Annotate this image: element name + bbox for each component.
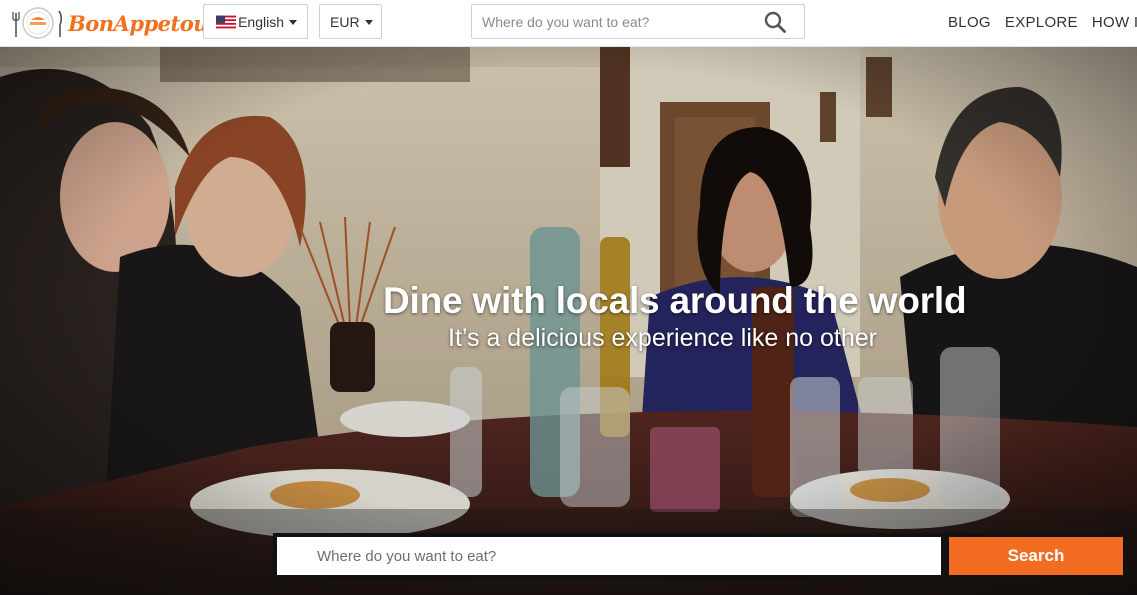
currency-label: EUR [330, 13, 360, 30]
top-navigation-bar: BonAppetour English EUR BLOG EXPLORE HOW… [0, 0, 1137, 47]
search-button-label: Search [949, 537, 1123, 575]
brand-logo[interactable]: BonAppetour [12, 3, 219, 43]
currency-selector[interactable]: EUR [319, 4, 382, 39]
us-flag-icon [216, 15, 237, 28]
brand-name: BonAppetour [68, 10, 219, 36]
hero-section: Dine with locals around the world It’s a… [0, 47, 1137, 595]
search-icon[interactable] [764, 11, 786, 33]
chevron-down-icon [364, 20, 373, 25]
main-nav: BLOG EXPLORE HOW IT [948, 14, 1137, 31]
hero-subtitle: It’s a delicious experience like no othe… [448, 324, 877, 352]
nav-blog[interactable]: BLOG [948, 14, 991, 31]
hero-search-field [273, 533, 945, 579]
chevron-down-icon [289, 20, 297, 25]
nav-explore[interactable]: EXPLORE [1005, 14, 1078, 31]
header-search [471, 4, 805, 39]
nav-how-it-works[interactable]: HOW IT [1092, 14, 1137, 31]
language-selector[interactable]: English [203, 4, 308, 39]
hero-search-input[interactable] [277, 537, 941, 575]
header-search-input[interactable] [472, 5, 757, 38]
plate-logo-icon [12, 7, 63, 39]
hero-search-button[interactable]: Search [945, 533, 1127, 579]
hero-title: Dine with locals around the world [383, 280, 967, 321]
language-label: English [238, 13, 284, 30]
